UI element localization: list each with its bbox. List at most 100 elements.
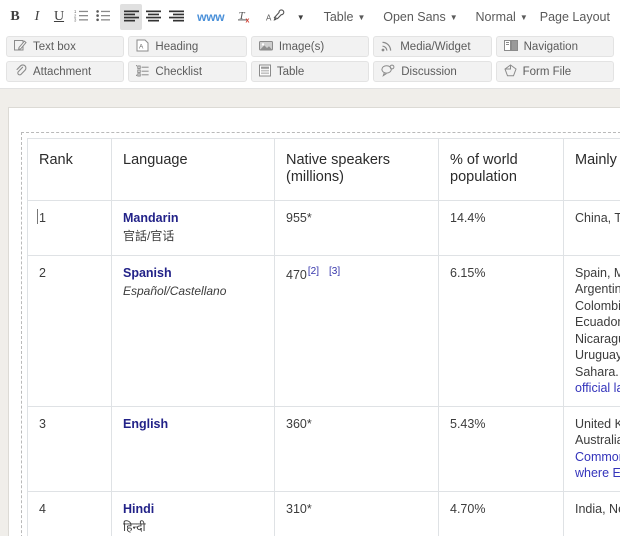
document-page[interactable]: Rank Language Native speakers (millions)…: [8, 107, 620, 536]
formatting-toolbar-row: B I U 1 2 3 www T x A ▼ Table ▼ Open San…: [0, 0, 620, 34]
cell-rank[interactable]: 4: [27, 490, 112, 536]
unordered-list-button[interactable]: [92, 4, 114, 30]
text-box-icon: [14, 39, 27, 55]
insert-navigation-label: Navigation: [523, 40, 578, 53]
cell-language[interactable]: Spanish Español/Castellano: [111, 254, 275, 407]
align-left-button[interactable]: [119, 4, 143, 30]
table-row[interactable]: 4 Hindi हिन्दी 310* 4.70% India, Nep: [27, 490, 620, 536]
ordered-list-icon: 1 2 3: [74, 9, 88, 25]
cell-native-speakers[interactable]: 470[2] [3]: [274, 254, 439, 407]
cell-rank[interactable]: 1: [27, 199, 112, 256]
align-right-icon: [168, 10, 184, 25]
chevron-down-icon: ▼: [449, 12, 458, 22]
insert-attachment-button[interactable]: Attachment: [6, 61, 125, 82]
cell-percent-world[interactable]: 5.43%: [438, 405, 564, 492]
insert-attachment-label: Attachment: [33, 65, 92, 78]
insert-media-widget-button[interactable]: Media/Widget: [373, 36, 492, 57]
table-selection-frame[interactable]: Rank Language Native speakers (millions)…: [21, 132, 620, 536]
highlight-dropdown-caret[interactable]: ▼: [290, 4, 312, 30]
cell-percent-world[interactable]: 14.4%: [438, 199, 564, 256]
insert-toolbar-row-1: Text box A Heading Image(s) Media/Widget…: [0, 34, 620, 59]
insert-link-button[interactable]: www: [194, 4, 228, 30]
attachment-icon: [14, 63, 27, 80]
reference-link-2[interactable]: [2]: [308, 266, 319, 277]
insert-checklist-button[interactable]: Checklist: [128, 61, 247, 82]
insert-table-button[interactable]: Table: [250, 61, 370, 82]
document-canvas: Rank Language Native speakers (millions)…: [0, 89, 620, 536]
bold-button[interactable]: B: [4, 4, 26, 30]
language-name-link[interactable]: Hindi: [123, 501, 264, 518]
cell-language[interactable]: Mandarin 官話/官话: [111, 199, 275, 256]
mainly-wiki-link[interactable]: Commonw where Eng: [575, 449, 620, 482]
insert-heading-label: Heading: [155, 40, 199, 53]
rank-value-with-caret: 1: [37, 208, 46, 225]
clear-formatting-button[interactable]: T x: [234, 4, 257, 30]
svg-text:A: A: [266, 13, 272, 22]
font-family-menu[interactable]: Open Sans ▼: [377, 4, 463, 30]
cell-mainly[interactable]: United Kin Australia, Commonw where Eng: [563, 405, 620, 492]
table-row[interactable]: 3 English 360* 5.43% United Kin Australi…: [27, 405, 620, 492]
table-header-row: Rank Language Native speakers (millions)…: [27, 138, 620, 201]
cell-mainly[interactable]: China, Tai: [563, 199, 620, 256]
table-row[interactable]: 1 Mandarin 官話/官话 955* 14.4% China, Tai: [27, 199, 620, 256]
column-header-percent-world[interactable]: % of world population: [438, 138, 564, 201]
cell-language[interactable]: English: [111, 405, 275, 492]
insert-table-label: Table: [276, 65, 305, 78]
cell-percent-world[interactable]: 6.15%: [438, 254, 564, 407]
cell-percent-world[interactable]: 4.70%: [438, 490, 564, 536]
chevron-down-icon: ▼: [296, 12, 305, 22]
language-native-name: हिन्दी: [123, 520, 146, 535]
insert-heading-button[interactable]: A Heading: [128, 36, 247, 57]
insert-navigation-button[interactable]: Navigation: [495, 36, 615, 57]
table-row[interactable]: 2 Spanish Español/Castellano 470[2] [3] 6…: [27, 254, 620, 407]
align-right-button[interactable]: [165, 4, 188, 30]
table-menu[interactable]: Table ▼: [318, 4, 372, 30]
media-widget-icon: [381, 39, 394, 55]
language-native-name: 官話/官话: [123, 229, 175, 244]
svg-text:3: 3: [74, 18, 77, 22]
insert-discussion-button[interactable]: Discussion: [373, 61, 492, 82]
cell-rank[interactable]: 2: [27, 254, 112, 407]
svg-text:x: x: [245, 18, 249, 24]
mainly-text: United Kin Australia,: [575, 416, 620, 448]
editor-toolbar: B I U 1 2 3 www T x A ▼ Table ▼ Open San…: [0, 0, 620, 89]
highlight-button[interactable]: A: [262, 4, 289, 30]
language-name-link[interactable]: English: [123, 416, 264, 433]
column-header-mainly[interactable]: Mainly: [563, 138, 620, 201]
underline-button[interactable]: U: [48, 4, 70, 30]
languages-table[interactable]: Rank Language Native speakers (millions)…: [27, 138, 620, 536]
language-name-link[interactable]: Mandarin: [123, 210, 264, 227]
cell-mainly[interactable]: India, Nep: [563, 490, 620, 536]
cell-language[interactable]: Hindi हिन्दी: [111, 490, 275, 536]
table-menu-label: Table: [323, 10, 354, 24]
heading-icon: A: [136, 39, 149, 55]
reference-link-3[interactable]: [3]: [329, 266, 340, 277]
mainly-text: Spain, Me Argentina Colombia, Ecuador, E…: [575, 265, 620, 379]
native-speakers-line1: Native speakers: [286, 152, 390, 168]
column-header-rank[interactable]: Rank: [27, 138, 112, 201]
column-header-language[interactable]: Language: [111, 138, 275, 201]
page-layout-button[interactable]: Page Layout: [534, 4, 616, 30]
insert-media-widget-label: Media/Widget: [400, 40, 471, 53]
cell-native-speakers[interactable]: 955*: [274, 199, 439, 256]
insert-toolbar-row-2: Attachment Checklist Table Discussion Fo…: [0, 59, 620, 88]
align-center-button[interactable]: [142, 4, 165, 30]
bullet-list-icon: [96, 9, 110, 25]
insert-form-file-button[interactable]: Form File: [495, 61, 615, 82]
insert-image-button[interactable]: Image(s): [250, 36, 370, 57]
insert-image-label: Image(s): [278, 40, 325, 53]
paragraph-style-menu[interactable]: Normal ▼: [470, 4, 534, 30]
mainly-wiki-link[interactable]: official lan: [575, 380, 620, 397]
column-header-native-speakers[interactable]: Native speakers (millions): [274, 138, 439, 201]
ordered-list-button[interactable]: 1 2 3: [70, 4, 92, 30]
language-name-link[interactable]: Spanish: [123, 265, 264, 282]
insert-text-box-button[interactable]: Text box: [6, 36, 125, 57]
table-icon: [258, 64, 271, 80]
cell-native-speakers[interactable]: 310*: [274, 490, 439, 536]
cell-native-speakers[interactable]: 360*: [274, 405, 439, 492]
svg-text:A: A: [139, 43, 144, 50]
italic-button[interactable]: I: [26, 4, 48, 30]
form-file-icon: [504, 63, 517, 80]
cell-rank[interactable]: 3: [27, 405, 112, 492]
cell-mainly[interactable]: Spain, Me Argentina Colombia, Ecuador, E…: [563, 254, 620, 407]
